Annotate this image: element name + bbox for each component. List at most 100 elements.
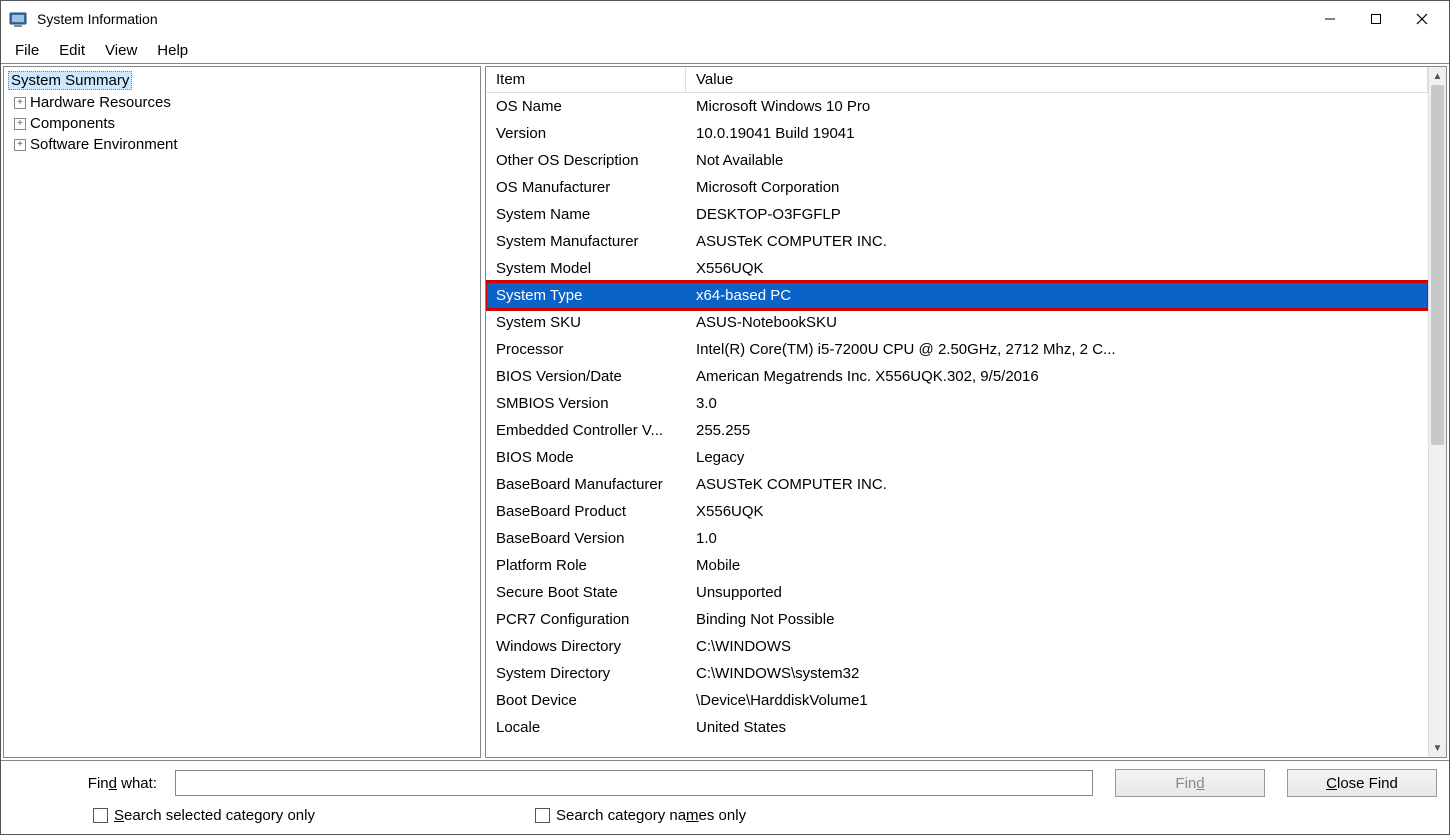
tree-node-label: Components — [30, 115, 115, 132]
detail-row[interactable]: Embedded Controller V...255.255 — [486, 417, 1428, 444]
detail-row[interactable]: Other OS DescriptionNot Available — [486, 147, 1428, 174]
detail-cell-value: Microsoft Corporation — [686, 177, 1428, 198]
detail-row[interactable]: LocaleUnited States — [486, 714, 1428, 741]
detail-row[interactable]: ProcessorIntel(R) Core(TM) i5-7200U CPU … — [486, 336, 1428, 363]
tree-node-label: Hardware Resources — [30, 94, 171, 111]
detail-cell-value: C:\WINDOWS — [686, 636, 1428, 657]
detail-cell-item: System SKU — [486, 312, 686, 333]
detail-row[interactable]: System DirectoryC:\WINDOWS\system32 — [486, 660, 1428, 687]
detail-cell-value: United States — [686, 717, 1428, 738]
detail-cell-value: \Device\HarddiskVolume1 — [686, 690, 1428, 711]
detail-row[interactable]: Version10.0.19041 Build 19041 — [486, 120, 1428, 147]
detail-rows: OS NameMicrosoft Windows 10 ProVersion10… — [486, 93, 1428, 741]
detail-row[interactable]: System NameDESKTOP-O3FGFLP — [486, 201, 1428, 228]
expand-icon[interactable]: + — [14, 118, 26, 130]
detail-cell-value: 255.255 — [686, 420, 1428, 441]
checkbox-label: Search category names only — [556, 807, 746, 824]
detail-cell-item: Embedded Controller V... — [486, 420, 686, 441]
detail-row[interactable]: System ModelX556UQK — [486, 255, 1428, 282]
detail-row[interactable]: SMBIOS Version3.0 — [486, 390, 1428, 417]
detail-row[interactable]: OS ManufacturerMicrosoft Corporation — [486, 174, 1428, 201]
col-header-value[interactable]: Value — [686, 67, 1428, 92]
detail-cell-item: BaseBoard Product — [486, 501, 686, 522]
detail-cell-value: X556UQK — [686, 501, 1428, 522]
detail-cell-item: Processor — [486, 339, 686, 360]
detail-row[interactable]: System SKUASUS-NotebookSKU — [486, 309, 1428, 336]
detail-cell-item: BaseBoard Version — [486, 528, 686, 549]
detail-row[interactable]: Windows DirectoryC:\WINDOWS — [486, 633, 1428, 660]
detail-cell-item: OS Name — [486, 96, 686, 117]
detail-row[interactable]: Platform RoleMobile — [486, 552, 1428, 579]
detail-row[interactable]: BaseBoard ProductX556UQK — [486, 498, 1428, 525]
maximize-button[interactable] — [1353, 4, 1399, 34]
tree-node[interactable]: + Hardware Resources — [14, 92, 476, 113]
minimize-button[interactable] — [1307, 4, 1353, 34]
detail-cell-value: Mobile — [686, 555, 1428, 576]
detail-cell-item: Windows Directory — [486, 636, 686, 657]
vertical-scrollbar[interactable]: ▲ ▼ — [1428, 67, 1446, 757]
detail-cell-item: System Type — [486, 285, 686, 306]
close-button[interactable] — [1399, 4, 1445, 34]
detail-cell-item: System Manufacturer — [486, 231, 686, 252]
find-input[interactable] — [175, 770, 1093, 796]
expand-icon[interactable]: + — [14, 139, 26, 151]
checkbox-icon — [535, 808, 550, 823]
menu-edit[interactable]: Edit — [51, 40, 93, 61]
detail-cell-item: Boot Device — [486, 690, 686, 711]
detail-row[interactable]: BIOS Version/DateAmerican Megatrends Inc… — [486, 363, 1428, 390]
menu-view[interactable]: View — [97, 40, 145, 61]
expand-icon[interactable]: + — [14, 97, 26, 109]
detail-cell-item: Version — [486, 123, 686, 144]
detail-cell-item: BIOS Mode — [486, 447, 686, 468]
detail-cell-item: BaseBoard Manufacturer — [486, 474, 686, 495]
tree-node-label: Software Environment — [30, 136, 178, 153]
detail-cell-value: Legacy — [686, 447, 1428, 468]
menu-help[interactable]: Help — [149, 40, 196, 61]
col-header-item[interactable]: Item — [486, 67, 686, 92]
scroll-down-icon[interactable]: ▼ — [1429, 739, 1446, 757]
detail-row[interactable]: PCR7 ConfigurationBinding Not Possible — [486, 606, 1428, 633]
detail-row[interactable]: System Typex64-based PC — [486, 282, 1428, 309]
detail-cell-value: American Megatrends Inc. X556UQK.302, 9/… — [686, 366, 1428, 387]
menu-file[interactable]: File — [7, 40, 47, 61]
detail-cell-item: Platform Role — [486, 555, 686, 576]
detail-row[interactable]: System ManufacturerASUSTeK COMPUTER INC. — [486, 228, 1428, 255]
tree-node[interactable]: + Software Environment — [14, 134, 476, 155]
detail-cell-item: SMBIOS Version — [486, 393, 686, 414]
scroll-up-icon[interactable]: ▲ — [1429, 67, 1446, 85]
search-category-names-checkbox[interactable]: Search category names only — [535, 807, 746, 824]
titlebar: System Information — [1, 1, 1449, 37]
find-label: Find what: — [13, 775, 163, 792]
detail-cell-item: BIOS Version/Date — [486, 366, 686, 387]
detail-row[interactable]: Boot Device\Device\HarddiskVolume1 — [486, 687, 1428, 714]
detail-cell-item: Locale — [486, 717, 686, 738]
detail-cell-value: DESKTOP-O3FGFLP — [686, 204, 1428, 225]
detail-row[interactable]: BIOS ModeLegacy — [486, 444, 1428, 471]
search-selected-category-checkbox[interactable]: Search selected category only — [93, 807, 315, 824]
main-split: System Summary + Hardware Resources + Compo… — [1, 63, 1449, 761]
detail-cell-value: Microsoft Windows 10 Pro — [686, 96, 1428, 117]
detail-row[interactable]: Secure Boot StateUnsupported — [486, 579, 1428, 606]
checkbox-label: Search selected category only — [114, 807, 315, 824]
detail-cell-value: 3.0 — [686, 393, 1428, 414]
detail-cell-item: System Name — [486, 204, 686, 225]
detail-cell-item: OS Manufacturer — [486, 177, 686, 198]
detail-cell-value: x64-based PC — [686, 285, 1428, 306]
close-find-button[interactable]: Close Find — [1287, 769, 1437, 797]
tree-root[interactable]: System Summary — [8, 69, 476, 92]
tree-root-label: System Summary — [8, 71, 132, 90]
find-button[interactable]: Find — [1115, 769, 1265, 797]
detail-cell-value: 10.0.19041 Build 19041 — [686, 123, 1428, 144]
detail-row[interactable]: BaseBoard Version1.0 — [486, 525, 1428, 552]
tree-node[interactable]: + Components — [14, 113, 476, 134]
menubar: File Edit View Help — [1, 37, 1449, 63]
detail-cell-value: ASUS-NotebookSKU — [686, 312, 1428, 333]
detail-cell-item: Other OS Description — [486, 150, 686, 171]
detail-row[interactable]: OS NameMicrosoft Windows 10 Pro — [486, 93, 1428, 120]
scroll-thumb[interactable] — [1431, 85, 1444, 445]
category-tree[interactable]: System Summary + Hardware Resources + Compo… — [3, 66, 481, 758]
window-title: System Information — [37, 11, 158, 27]
app-icon — [9, 9, 29, 29]
detail-row[interactable]: BaseBoard ManufacturerASUSTeK COMPUTER I… — [486, 471, 1428, 498]
detail-cell-item: PCR7 Configuration — [486, 609, 686, 630]
